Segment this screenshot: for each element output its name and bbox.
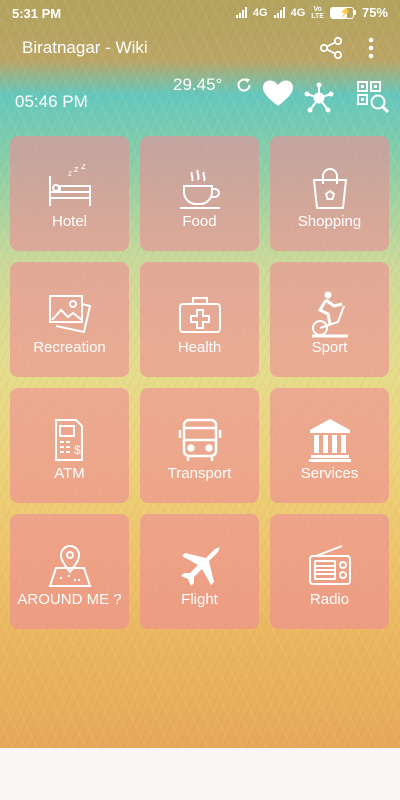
tile-label: Recreation [33, 339, 106, 356]
temperature: 29.45° [173, 75, 223, 94]
tile-sport[interactable]: Sport [270, 262, 389, 377]
tile-label: Health [177, 339, 222, 356]
coffee-cup-icon [179, 169, 220, 209]
hub-icon[interactable] [303, 82, 335, 114]
tile-radio[interactable]: Radio [270, 514, 389, 629]
signal-icon [235, 7, 247, 18]
tile-label: ATM [54, 465, 85, 482]
signal-icon [273, 7, 285, 18]
tile-atm[interactable]: $ ATM [10, 388, 129, 503]
airplane-icon [180, 546, 221, 586]
status-bar: 5:31 PM 4G 4G Vo LTE ⚡ 75% [0, 0, 400, 26]
tile-services[interactable]: Services [270, 388, 389, 503]
share-icon[interactable] [318, 36, 344, 60]
tile-label: Radio [309, 591, 350, 608]
radio-icon [308, 545, 351, 585]
svg-text:z: z [81, 164, 86, 172]
shopping-bag-icon [312, 168, 347, 209]
volte-indicator: Vo LTE [311, 6, 324, 20]
tile-label: Sport [311, 339, 348, 356]
tile-around-me[interactable]: AROUND ME ? [10, 514, 129, 629]
tile-food[interactable]: Food [140, 136, 259, 251]
bed-icon: z z z [48, 164, 91, 206]
navigation-area [0, 748, 400, 800]
app-bar: Biratnagar - Wiki [0, 26, 400, 70]
tile-label: Transport [167, 465, 232, 482]
battery-percent: 75% [361, 5, 388, 20]
map-pin-icon [48, 545, 91, 587]
bank-building-icon [308, 419, 351, 462]
refresh-icon[interactable] [235, 76, 253, 94]
tile-hotel[interactable]: z z z Hotel [10, 136, 129, 251]
volte-top: Vo [313, 5, 322, 13]
svg-text:z: z [74, 164, 79, 174]
svg-text:$: $ [74, 443, 81, 457]
network-type: 4G [252, 6, 268, 19]
tile-label: Flight [181, 591, 218, 608]
tile-shopping[interactable]: Shopping [270, 136, 389, 251]
status-time: 5:31 PM [12, 6, 62, 21]
exercise-bike-icon [311, 291, 348, 338]
tile-label: Shopping [297, 213, 362, 230]
tile-health[interactable]: Health [140, 262, 259, 377]
tile-label: Food [182, 213, 217, 230]
heart-icon[interactable] [262, 79, 294, 107]
network-type: 4G [290, 6, 306, 19]
bus-icon [178, 418, 221, 461]
tile-label: AROUND ME ? [17, 591, 122, 608]
tile-transport[interactable]: Transport [140, 388, 259, 503]
tile-label: Services [300, 465, 359, 482]
more-vert-icon[interactable] [362, 36, 380, 60]
tile-label: Hotel [51, 213, 88, 230]
pictures-icon [48, 295, 91, 334]
atm-icon: $ [54, 419, 83, 461]
clock-time: 05:46 PM [15, 92, 88, 111]
qr-scan-icon[interactable] [356, 80, 390, 114]
medical-kit-icon [178, 297, 221, 333]
svg-text:z: z [68, 169, 72, 178]
tile-flight[interactable]: Flight [140, 514, 259, 629]
app-title: Biratnagar - Wiki [22, 38, 148, 57]
battery-icon: ⚡ [329, 6, 356, 19]
tile-recreation[interactable]: Recreation [10, 262, 129, 377]
volte-bottom: LTE [311, 12, 324, 20]
